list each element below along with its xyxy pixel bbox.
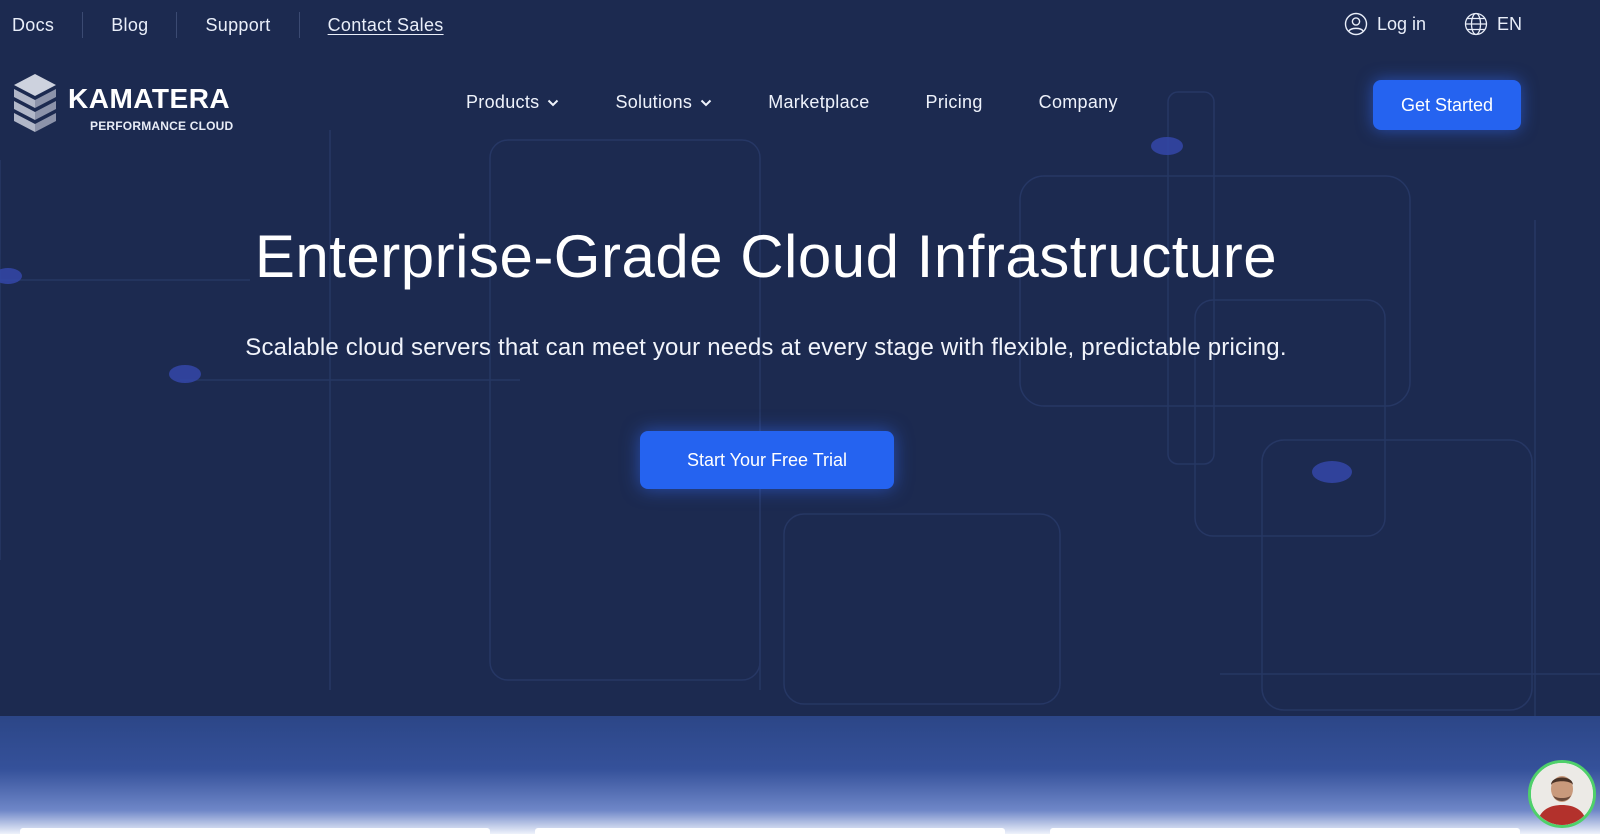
utility-actions: Log in EN [1344, 12, 1522, 36]
feature-card [535, 828, 1005, 834]
main-nav: Products Solutions Marketplace Pricing C… [466, 92, 1118, 113]
nav-item-pricing[interactable]: Pricing [926, 92, 983, 113]
get-started-button[interactable]: Get Started [1373, 80, 1521, 130]
feature-card [20, 828, 490, 834]
chevron-down-icon [548, 99, 559, 106]
nav-item-marketplace[interactable]: Marketplace [768, 92, 869, 113]
feature-card [1050, 828, 1520, 834]
support-agent-avatar-icon [1531, 763, 1593, 825]
user-circle-icon [1344, 12, 1368, 36]
nav-item-products[interactable]: Products [466, 92, 559, 113]
hero-subtitle: Scalable cloud servers that can meet you… [245, 334, 1287, 361]
utility-links: Docs Blog Support Contact Sales [12, 12, 444, 38]
nav-item-company[interactable]: Company [1039, 92, 1118, 113]
page: Docs Blog Support Contact Sales Log in E… [0, 0, 1600, 834]
start-free-trial-button[interactable]: Start Your Free Trial [640, 431, 894, 489]
nav-item-label: Company [1038, 92, 1118, 112]
login-label: Log in [1376, 13, 1426, 34]
brand-name: KAMATERA [68, 83, 231, 114]
blog-link[interactable]: Blog [111, 12, 148, 38]
kamatera-logo-icon [14, 74, 56, 132]
language-label: EN [1496, 13, 1522, 34]
brand-logo[interactable]: KAMATERA PERFORMANCE CLOUD [12, 72, 238, 134]
brand-tagline: PERFORMANCE CLOUD [90, 119, 234, 133]
hero-title: Enterprise-Grade Cloud Infrastructure [254, 223, 1278, 290]
chat-avatar[interactable] [1528, 760, 1596, 828]
nav-item-solutions[interactable]: Solutions [615, 92, 712, 113]
nav-item-label: Marketplace [768, 92, 870, 112]
divider [176, 12, 178, 38]
feature-band [0, 716, 1600, 834]
nav-item-label: Products [466, 92, 540, 112]
language-selector[interactable]: EN [1464, 12, 1522, 36]
login-link[interactable]: Log in [1344, 12, 1426, 36]
divider [298, 12, 300, 38]
support-link[interactable]: Support [205, 12, 270, 38]
utility-bar: Docs Blog Support Contact Sales Log in E… [0, 0, 1600, 50]
logo-wordmark: KAMATERA PERFORMANCE CLOUD [68, 73, 238, 133]
contact-sales-link[interactable]: Contact Sales [328, 12, 444, 38]
chevron-down-icon [700, 99, 712, 106]
globe-icon [1464, 12, 1488, 36]
nav-item-label: Pricing [925, 92, 983, 112]
feature-cards [20, 828, 1520, 834]
divider [82, 12, 84, 38]
docs-link[interactable]: Docs [12, 12, 54, 38]
nav-item-label: Solutions [615, 92, 693, 112]
